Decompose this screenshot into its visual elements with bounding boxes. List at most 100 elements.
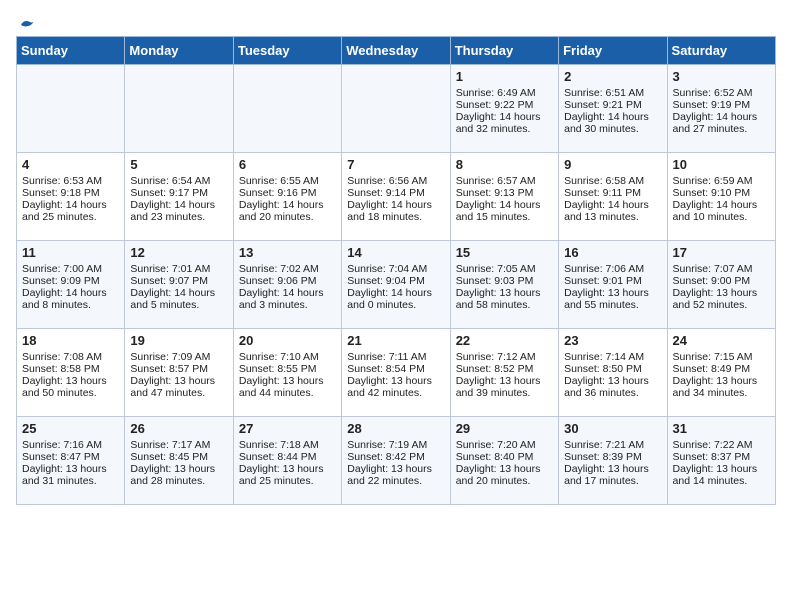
calendar-cell: 19Sunrise: 7:09 AMSunset: 8:57 PMDayligh… bbox=[125, 329, 233, 417]
day-info: and 55 minutes. bbox=[564, 299, 661, 311]
calendar-cell: 17Sunrise: 7:07 AMSunset: 9:00 PMDayligh… bbox=[667, 241, 775, 329]
day-info: Sunrise: 7:10 AM bbox=[239, 351, 336, 363]
day-info: Sunset: 9:10 PM bbox=[673, 187, 770, 199]
day-info: Sunrise: 6:49 AM bbox=[456, 87, 553, 99]
day-info: Sunset: 9:04 PM bbox=[347, 275, 444, 287]
day-info: Sunrise: 7:09 AM bbox=[130, 351, 227, 363]
day-info: Sunset: 8:44 PM bbox=[239, 451, 336, 463]
day-info: Sunset: 8:57 PM bbox=[130, 363, 227, 375]
day-info: Sunrise: 7:12 AM bbox=[456, 351, 553, 363]
day-info: Sunset: 9:19 PM bbox=[673, 99, 770, 111]
calendar-table: SundayMondayTuesdayWednesdayThursdayFrid… bbox=[16, 36, 776, 505]
day-info: and 17 minutes. bbox=[564, 475, 661, 487]
day-number: 12 bbox=[130, 245, 227, 260]
calendar-header-sunday: Sunday bbox=[17, 37, 125, 65]
day-info: Sunrise: 6:51 AM bbox=[564, 87, 661, 99]
day-info: Sunrise: 7:20 AM bbox=[456, 439, 553, 451]
calendar-cell: 6Sunrise: 6:55 AMSunset: 9:16 PMDaylight… bbox=[233, 153, 341, 241]
calendar-cell: 1Sunrise: 6:49 AMSunset: 9:22 PMDaylight… bbox=[450, 65, 558, 153]
calendar-cell: 9Sunrise: 6:58 AMSunset: 9:11 PMDaylight… bbox=[559, 153, 667, 241]
day-info: Daylight: 14 hours bbox=[130, 287, 227, 299]
day-info: Sunset: 9:21 PM bbox=[564, 99, 661, 111]
day-number: 30 bbox=[564, 421, 661, 436]
day-info: Sunrise: 6:57 AM bbox=[456, 175, 553, 187]
day-info: Daylight: 14 hours bbox=[130, 199, 227, 211]
day-info: Daylight: 14 hours bbox=[239, 199, 336, 211]
day-number: 19 bbox=[130, 333, 227, 348]
calendar-cell: 27Sunrise: 7:18 AMSunset: 8:44 PMDayligh… bbox=[233, 417, 341, 505]
day-info: Daylight: 14 hours bbox=[564, 111, 661, 123]
day-info: Daylight: 13 hours bbox=[673, 463, 770, 475]
day-info: and 28 minutes. bbox=[130, 475, 227, 487]
day-info: Sunrise: 7:06 AM bbox=[564, 263, 661, 275]
day-info: Sunrise: 6:58 AM bbox=[564, 175, 661, 187]
day-info: and 23 minutes. bbox=[130, 211, 227, 223]
day-info: Daylight: 14 hours bbox=[673, 111, 770, 123]
day-info: Sunset: 9:17 PM bbox=[130, 187, 227, 199]
day-number: 18 bbox=[22, 333, 119, 348]
calendar-cell: 5Sunrise: 6:54 AMSunset: 9:17 PMDaylight… bbox=[125, 153, 233, 241]
day-info: and 14 minutes. bbox=[673, 475, 770, 487]
page-header bbox=[16, 16, 776, 28]
day-info: and 39 minutes. bbox=[456, 387, 553, 399]
day-info: Daylight: 14 hours bbox=[456, 199, 553, 211]
day-info: and 5 minutes. bbox=[130, 299, 227, 311]
day-info: and 15 minutes. bbox=[456, 211, 553, 223]
day-number: 27 bbox=[239, 421, 336, 436]
day-number: 29 bbox=[456, 421, 553, 436]
day-info: Sunrise: 6:56 AM bbox=[347, 175, 444, 187]
day-number: 13 bbox=[239, 245, 336, 260]
day-info: and 18 minutes. bbox=[347, 211, 444, 223]
calendar-cell bbox=[125, 65, 233, 153]
day-info: Daylight: 13 hours bbox=[22, 463, 119, 475]
calendar-cell: 14Sunrise: 7:04 AMSunset: 9:04 PMDayligh… bbox=[342, 241, 450, 329]
day-info: and 0 minutes. bbox=[347, 299, 444, 311]
day-info: Sunrise: 7:19 AM bbox=[347, 439, 444, 451]
day-info: Sunrise: 7:15 AM bbox=[673, 351, 770, 363]
calendar-header-tuesday: Tuesday bbox=[233, 37, 341, 65]
day-info: Daylight: 13 hours bbox=[564, 463, 661, 475]
day-info: and 42 minutes. bbox=[347, 387, 444, 399]
day-info: Sunset: 8:50 PM bbox=[564, 363, 661, 375]
calendar-cell: 21Sunrise: 7:11 AMSunset: 8:54 PMDayligh… bbox=[342, 329, 450, 417]
day-info: and 36 minutes. bbox=[564, 387, 661, 399]
calendar-cell: 20Sunrise: 7:10 AMSunset: 8:55 PMDayligh… bbox=[233, 329, 341, 417]
day-info: Sunset: 9:01 PM bbox=[564, 275, 661, 287]
day-info: Daylight: 14 hours bbox=[673, 199, 770, 211]
calendar-cell: 28Sunrise: 7:19 AMSunset: 8:42 PMDayligh… bbox=[342, 417, 450, 505]
day-number: 31 bbox=[673, 421, 770, 436]
day-number: 17 bbox=[673, 245, 770, 260]
day-info: and 25 minutes. bbox=[239, 475, 336, 487]
calendar-header-wednesday: Wednesday bbox=[342, 37, 450, 65]
day-info: Sunset: 8:37 PM bbox=[673, 451, 770, 463]
calendar-week-row: 18Sunrise: 7:08 AMSunset: 8:58 PMDayligh… bbox=[17, 329, 776, 417]
day-info: Sunrise: 7:11 AM bbox=[347, 351, 444, 363]
calendar-cell bbox=[17, 65, 125, 153]
calendar-cell: 26Sunrise: 7:17 AMSunset: 8:45 PMDayligh… bbox=[125, 417, 233, 505]
calendar-header-monday: Monday bbox=[125, 37, 233, 65]
day-info: and 32 minutes. bbox=[456, 123, 553, 135]
day-number: 9 bbox=[564, 157, 661, 172]
calendar-week-row: 1Sunrise: 6:49 AMSunset: 9:22 PMDaylight… bbox=[17, 65, 776, 153]
day-info: Sunset: 8:54 PM bbox=[347, 363, 444, 375]
day-number: 10 bbox=[673, 157, 770, 172]
day-number: 23 bbox=[564, 333, 661, 348]
day-info: Daylight: 13 hours bbox=[22, 375, 119, 387]
day-info: Sunset: 9:11 PM bbox=[564, 187, 661, 199]
day-info: and 20 minutes. bbox=[456, 475, 553, 487]
day-info: and 47 minutes. bbox=[130, 387, 227, 399]
day-info: Daylight: 14 hours bbox=[347, 287, 444, 299]
day-info: and 22 minutes. bbox=[347, 475, 444, 487]
day-info: and 20 minutes. bbox=[239, 211, 336, 223]
day-number: 7 bbox=[347, 157, 444, 172]
day-info: Sunrise: 7:08 AM bbox=[22, 351, 119, 363]
day-info: Sunset: 8:49 PM bbox=[673, 363, 770, 375]
day-info: Daylight: 14 hours bbox=[22, 199, 119, 211]
day-info: Sunset: 8:42 PM bbox=[347, 451, 444, 463]
day-info: and 10 minutes. bbox=[673, 211, 770, 223]
day-info: and 27 minutes. bbox=[673, 123, 770, 135]
day-info: Sunrise: 7:04 AM bbox=[347, 263, 444, 275]
day-info: Sunset: 8:45 PM bbox=[130, 451, 227, 463]
day-info: and 25 minutes. bbox=[22, 211, 119, 223]
day-number: 28 bbox=[347, 421, 444, 436]
